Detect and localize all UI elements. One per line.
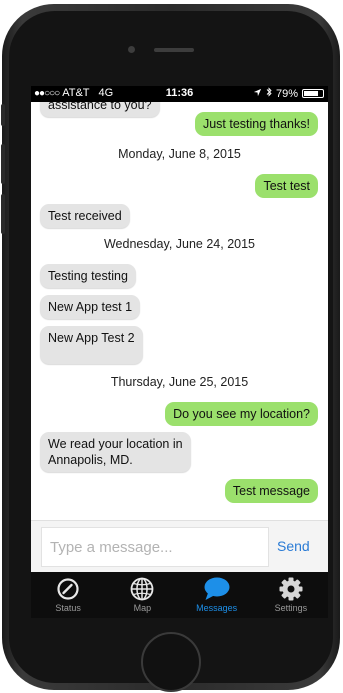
gear-icon (276, 575, 306, 603)
volume-up-button (1, 144, 5, 184)
tab-label: Messages (196, 603, 238, 613)
tab-settings[interactable]: Settings (254, 572, 328, 618)
earpiece-speaker (154, 48, 194, 52)
battery-icon (302, 89, 324, 98)
home-button[interactable] (141, 632, 201, 692)
tab-label: Settings (274, 603, 308, 613)
battery-fill (304, 91, 319, 96)
tab-map[interactable]: Map (105, 572, 179, 618)
mute-switch (1, 104, 5, 126)
date-separator: Wednesday, June 24, 2015 (103, 237, 256, 251)
tab-messages[interactable]: Messages (180, 572, 254, 618)
message-bubble-outgoing: Do you see my location? (165, 402, 318, 426)
message-bubble-outgoing: Test message (224, 479, 318, 503)
location-arrow-icon (253, 88, 262, 100)
message-bubble-incoming: Testing testing (40, 264, 136, 288)
message-input[interactable] (41, 527, 269, 567)
message-bubble-incoming: Test received (40, 204, 130, 228)
message-bubble-incoming: New App test 1 (40, 295, 141, 319)
message-bubble-incoming: assistance to you? (40, 102, 160, 117)
date-separator: Monday, June 8, 2015 (118, 147, 241, 161)
gauge-icon (53, 575, 83, 603)
message-bubble-outgoing: Test test (255, 174, 318, 198)
tab-status[interactable]: Status (31, 572, 105, 618)
message-bubble-outgoing: Just testing thanks! (194, 112, 318, 136)
status-bar: ●●○○○ AT&T 4G 11:36 79% (31, 86, 328, 102)
bluetooth-icon (266, 87, 272, 100)
app-screen: ●●○○○ AT&T 4G 11:36 79% assistance to yo… (31, 86, 328, 618)
date-separator: Thursday, June 25, 2015 (110, 375, 249, 389)
message-line: Annapolis, MD. (48, 453, 133, 467)
front-camera (128, 46, 135, 53)
tab-label: Map (133, 603, 152, 613)
tab-label: Status (55, 603, 81, 613)
tab-bar: Status Map Messages Settings (31, 572, 328, 618)
status-right: 79% (253, 87, 324, 100)
message-bubble-incoming: We read your location in Annapolis, MD. (40, 432, 191, 472)
message-bubble-incoming: New App Test 2 (40, 326, 143, 364)
send-button[interactable]: Send (277, 538, 310, 554)
chat-bubble-icon (202, 575, 232, 603)
volume-down-button (1, 194, 5, 234)
message-line: We read your location in (48, 437, 183, 451)
globe-icon (127, 575, 157, 603)
message-list[interactable]: assistance to you? Just testing thanks! … (31, 102, 328, 520)
battery-percent: 79% (275, 87, 298, 100)
message-composer: Send (31, 520, 328, 572)
